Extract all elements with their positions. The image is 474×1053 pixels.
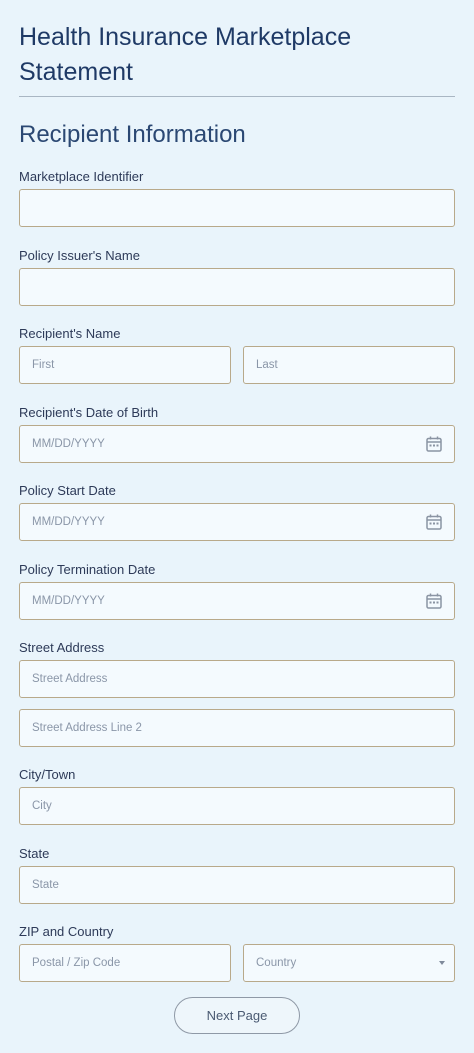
policy-issuer-name-input[interactable] <box>19 268 455 306</box>
policy-termination-date-label: Policy Termination Date <box>19 562 156 577</box>
first-name-input[interactable] <box>19 346 231 384</box>
chevron-down-icon <box>439 961 445 965</box>
calendar-icon[interactable] <box>425 435 443 453</box>
city-label: City/Town <box>19 767 76 782</box>
policy-start-date-input[interactable] <box>19 503 455 541</box>
form-page: Health Insurance Marketplace Statement R… <box>0 0 474 1053</box>
zip-country-label: ZIP and Country <box>19 924 114 939</box>
recipient-dob-label: Recipient's Date of Birth <box>19 405 159 420</box>
marketplace-identifier-label: Marketplace Identifier <box>19 169 144 184</box>
section-title: Recipient Information <box>19 121 246 148</box>
policy-issuer-name-label: Policy Issuer's Name <box>19 248 140 263</box>
recipient-name-label: Recipient's Name <box>19 326 121 341</box>
marketplace-identifier-input[interactable] <box>19 189 455 227</box>
street-address-line2-input[interactable] <box>19 709 455 747</box>
city-input[interactable] <box>19 787 455 825</box>
country-select-value: Country <box>243 944 455 982</box>
calendar-icon[interactable] <box>425 513 443 531</box>
form-title: Health Insurance Marketplace Statement <box>19 23 352 86</box>
recipient-dob-input[interactable] <box>19 425 455 463</box>
country-select[interactable]: Country <box>243 944 455 982</box>
street-address-label: Street Address <box>19 640 105 655</box>
calendar-icon[interactable] <box>425 592 443 610</box>
next-page-button[interactable]: Next Page <box>174 997 300 1034</box>
policy-start-date-label: Policy Start Date <box>19 483 116 498</box>
street-address-input[interactable] <box>19 660 455 698</box>
state-input[interactable] <box>19 866 455 904</box>
title-divider <box>19 96 455 97</box>
zip-code-input[interactable] <box>19 944 231 982</box>
policy-termination-date-input[interactable] <box>19 582 455 620</box>
state-label: State <box>19 846 50 861</box>
last-name-input[interactable] <box>243 346 455 384</box>
